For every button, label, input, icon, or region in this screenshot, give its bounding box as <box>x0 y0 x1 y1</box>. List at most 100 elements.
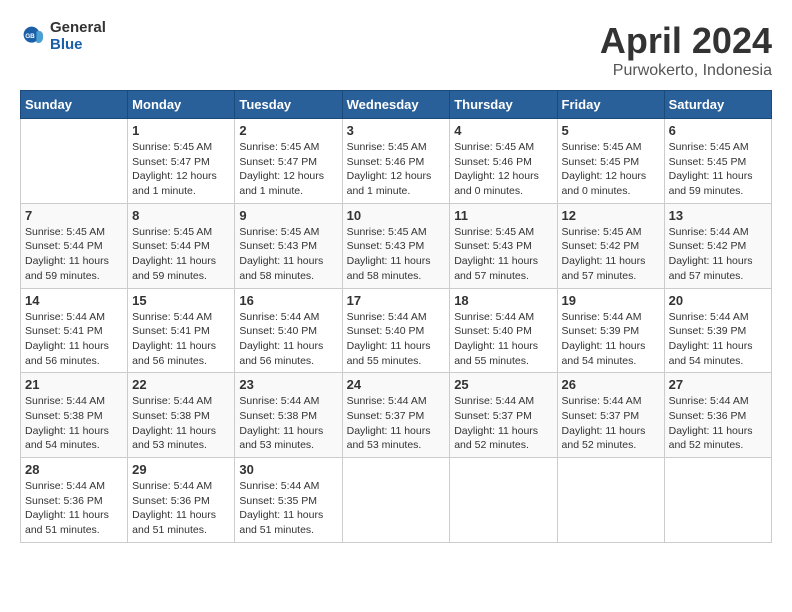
day-info: Sunrise: 5:44 AM Sunset: 5:40 PM Dayligh… <box>454 310 552 369</box>
calendar-cell: 4Sunrise: 5:45 AM Sunset: 5:46 PM Daylig… <box>450 119 557 204</box>
day-number: 2 <box>239 123 337 138</box>
weekday-header-thursday: Thursday <box>450 91 557 119</box>
day-number: 22 <box>132 377 230 392</box>
day-number: 6 <box>669 123 767 138</box>
calendar-cell <box>21 119 128 204</box>
calendar-cell: 15 Sunrise: 5:44 AM Sunset: 5:41 PM Dayli… <box>128 288 235 373</box>
calendar-subtitle: Purwokerto, Indonesia <box>600 62 772 80</box>
day-number: 28 <box>25 462 123 477</box>
calendar-cell: 7 Sunrise: 5:45 AM Sunset: 5:44 PM Daylig… <box>21 203 128 288</box>
calendar-cell: 10Sunrise: 5:45 AM Sunset: 5:43 PM Dayli… <box>342 203 450 288</box>
day-number: 25 <box>454 377 552 392</box>
calendar-cell: 28 Sunrise: 5:44 AM Sunset: 5:36 PM Dayli… <box>21 458 128 543</box>
day-number: 13 <box>669 208 767 223</box>
calendar-cell: 19Sunrise: 5:44 AM Sunset: 5:39 PM Dayli… <box>557 288 664 373</box>
calendar-week-row: 7 Sunrise: 5:45 AM Sunset: 5:44 PM Daylig… <box>21 203 772 288</box>
day-info: Sunrise: 5:44 AM Sunset: 5:37 PM Dayligh… <box>454 394 552 453</box>
calendar-cell: 24 Sunrise: 5:44 AM Sunset: 5:37 PM Dayli… <box>342 373 450 458</box>
logo: GB General Blue <box>20 20 106 53</box>
day-info: Sunrise: 5:44 AM Sunset: 5:35 PM Dayligh… <box>239 479 337 538</box>
calendar-cell: 21 Sunrise: 5:44 AM Sunset: 5:38 PM Dayli… <box>21 373 128 458</box>
day-info: Sunrise: 5:44 AM Sunset: 5:38 PM Dayligh… <box>25 394 123 453</box>
calendar-week-row: 28 Sunrise: 5:44 AM Sunset: 5:36 PM Dayli… <box>21 458 772 543</box>
weekday-header-monday: Monday <box>128 91 235 119</box>
day-info: Sunrise: 5:45 AM Sunset: 5:43 PM Dayligh… <box>239 225 337 284</box>
day-number: 26 <box>562 377 660 392</box>
day-number: 30 <box>239 462 337 477</box>
calendar-cell: 23Sunrise: 5:44 AM Sunset: 5:38 PM Dayli… <box>235 373 342 458</box>
day-info: Sunrise: 5:44 AM Sunset: 5:41 PM Dayligh… <box>132 310 230 369</box>
calendar-title: April 2024 <box>600 20 772 62</box>
day-number: 1 <box>132 123 230 138</box>
day-info: Sunrise: 5:44 AM Sunset: 5:36 PM Dayligh… <box>132 479 230 538</box>
day-number: 14 <box>25 293 123 308</box>
day-number: 19 <box>562 293 660 308</box>
day-info: Sunrise: 5:44 AM Sunset: 5:38 PM Dayligh… <box>132 394 230 453</box>
calendar-cell: 25 Sunrise: 5:44 AM Sunset: 5:37 PM Dayli… <box>450 373 557 458</box>
weekday-header-tuesday: Tuesday <box>235 91 342 119</box>
svg-text:GB: GB <box>25 32 35 39</box>
day-number: 29 <box>132 462 230 477</box>
day-number: 27 <box>669 377 767 392</box>
calendar-header-row: SundayMondayTuesdayWednesdayThursdayFrid… <box>21 91 772 119</box>
day-info: Sunrise: 5:44 AM Sunset: 5:37 PM Dayligh… <box>347 394 446 453</box>
day-info: Sunrise: 5:44 AM Sunset: 5:41 PM Dayligh… <box>25 310 123 369</box>
calendar-cell: 14 Sunrise: 5:44 AM Sunset: 5:41 PM Dayli… <box>21 288 128 373</box>
day-info: Sunrise: 5:44 AM Sunset: 5:39 PM Dayligh… <box>669 310 767 369</box>
weekday-header-sunday: Sunday <box>21 91 128 119</box>
day-info: Sunrise: 5:44 AM Sunset: 5:40 PM Dayligh… <box>347 310 446 369</box>
day-number: 12 <box>562 208 660 223</box>
day-info: Sunrise: 5:44 AM Sunset: 5:36 PM Dayligh… <box>25 479 123 538</box>
day-number: 11 <box>454 208 552 223</box>
day-info: Sunrise: 5:45 AM Sunset: 5:46 PM Dayligh… <box>347 140 446 199</box>
day-number: 8 <box>132 208 230 223</box>
calendar-cell: 5Sunrise: 5:45 AM Sunset: 5:45 PM Daylig… <box>557 119 664 204</box>
calendar-week-row: 1 Sunrise: 5:45 AM Sunset: 5:47 PM Daylig… <box>21 119 772 204</box>
day-number: 3 <box>347 123 446 138</box>
day-number: 10 <box>347 208 446 223</box>
day-info: Sunrise: 5:44 AM Sunset: 5:36 PM Dayligh… <box>669 394 767 453</box>
calendar-cell <box>450 458 557 543</box>
weekday-header-wednesday: Wednesday <box>342 91 450 119</box>
weekday-header-saturday: Saturday <box>664 91 771 119</box>
calendar-cell: 2Sunrise: 5:45 AM Sunset: 5:47 PM Daylig… <box>235 119 342 204</box>
day-info: Sunrise: 5:45 AM Sunset: 5:44 PM Dayligh… <box>25 225 123 284</box>
calendar-cell: 22 Sunrise: 5:44 AM Sunset: 5:38 PM Dayli… <box>128 373 235 458</box>
day-info: Sunrise: 5:45 AM Sunset: 5:45 PM Dayligh… <box>562 140 660 199</box>
day-number: 15 <box>132 293 230 308</box>
day-number: 9 <box>239 208 337 223</box>
logo-general-text: General <box>50 20 106 37</box>
day-info: Sunrise: 5:45 AM Sunset: 5:45 PM Dayligh… <box>669 140 767 199</box>
day-number: 18 <box>454 293 552 308</box>
calendar-cell: 9 Sunrise: 5:45 AM Sunset: 5:43 PM Daylig… <box>235 203 342 288</box>
day-number: 23 <box>239 377 337 392</box>
calendar-cell <box>342 458 450 543</box>
calendar-cell: 27 Sunrise: 5:44 AM Sunset: 5:36 PM Dayli… <box>664 373 771 458</box>
page-header: GB General Blue April 2024 Purwokerto, I… <box>20 20 772 80</box>
day-info: Sunrise: 5:45 AM Sunset: 5:44 PM Dayligh… <box>132 225 230 284</box>
calendar-week-row: 14 Sunrise: 5:44 AM Sunset: 5:41 PM Dayli… <box>21 288 772 373</box>
calendar-cell: 12Sunrise: 5:45 AM Sunset: 5:42 PM Dayli… <box>557 203 664 288</box>
calendar-cell: 20Sunrise: 5:44 AM Sunset: 5:39 PM Dayli… <box>664 288 771 373</box>
calendar-cell: 1 Sunrise: 5:45 AM Sunset: 5:47 PM Daylig… <box>128 119 235 204</box>
calendar-cell: 16 Sunrise: 5:44 AM Sunset: 5:40 PM Dayli… <box>235 288 342 373</box>
calendar-cell: 26Sunrise: 5:44 AM Sunset: 5:37 PM Dayli… <box>557 373 664 458</box>
calendar-cell: 6 Sunrise: 5:45 AM Sunset: 5:45 PM Daylig… <box>664 119 771 204</box>
day-info: Sunrise: 5:44 AM Sunset: 5:42 PM Dayligh… <box>669 225 767 284</box>
calendar-table: SundayMondayTuesdayWednesdayThursdayFrid… <box>20 90 772 543</box>
day-number: 7 <box>25 208 123 223</box>
calendar-cell: 29 Sunrise: 5:44 AM Sunset: 5:36 PM Dayli… <box>128 458 235 543</box>
calendar-cell: 18 Sunrise: 5:44 AM Sunset: 5:40 PM Dayli… <box>450 288 557 373</box>
day-info: Sunrise: 5:45 AM Sunset: 5:47 PM Dayligh… <box>132 140 230 199</box>
calendar-week-row: 21 Sunrise: 5:44 AM Sunset: 5:38 PM Dayli… <box>21 373 772 458</box>
day-number: 21 <box>25 377 123 392</box>
day-number: 16 <box>239 293 337 308</box>
day-number: 24 <box>347 377 446 392</box>
day-number: 17 <box>347 293 446 308</box>
calendar-title-block: April 2024 Purwokerto, Indonesia <box>600 20 772 80</box>
calendar-cell <box>664 458 771 543</box>
logo-blue-text: Blue <box>50 37 106 54</box>
day-info: Sunrise: 5:45 AM Sunset: 5:46 PM Dayligh… <box>454 140 552 199</box>
day-info: Sunrise: 5:45 AM Sunset: 5:43 PM Dayligh… <box>454 225 552 284</box>
day-info: Sunrise: 5:44 AM Sunset: 5:40 PM Dayligh… <box>239 310 337 369</box>
